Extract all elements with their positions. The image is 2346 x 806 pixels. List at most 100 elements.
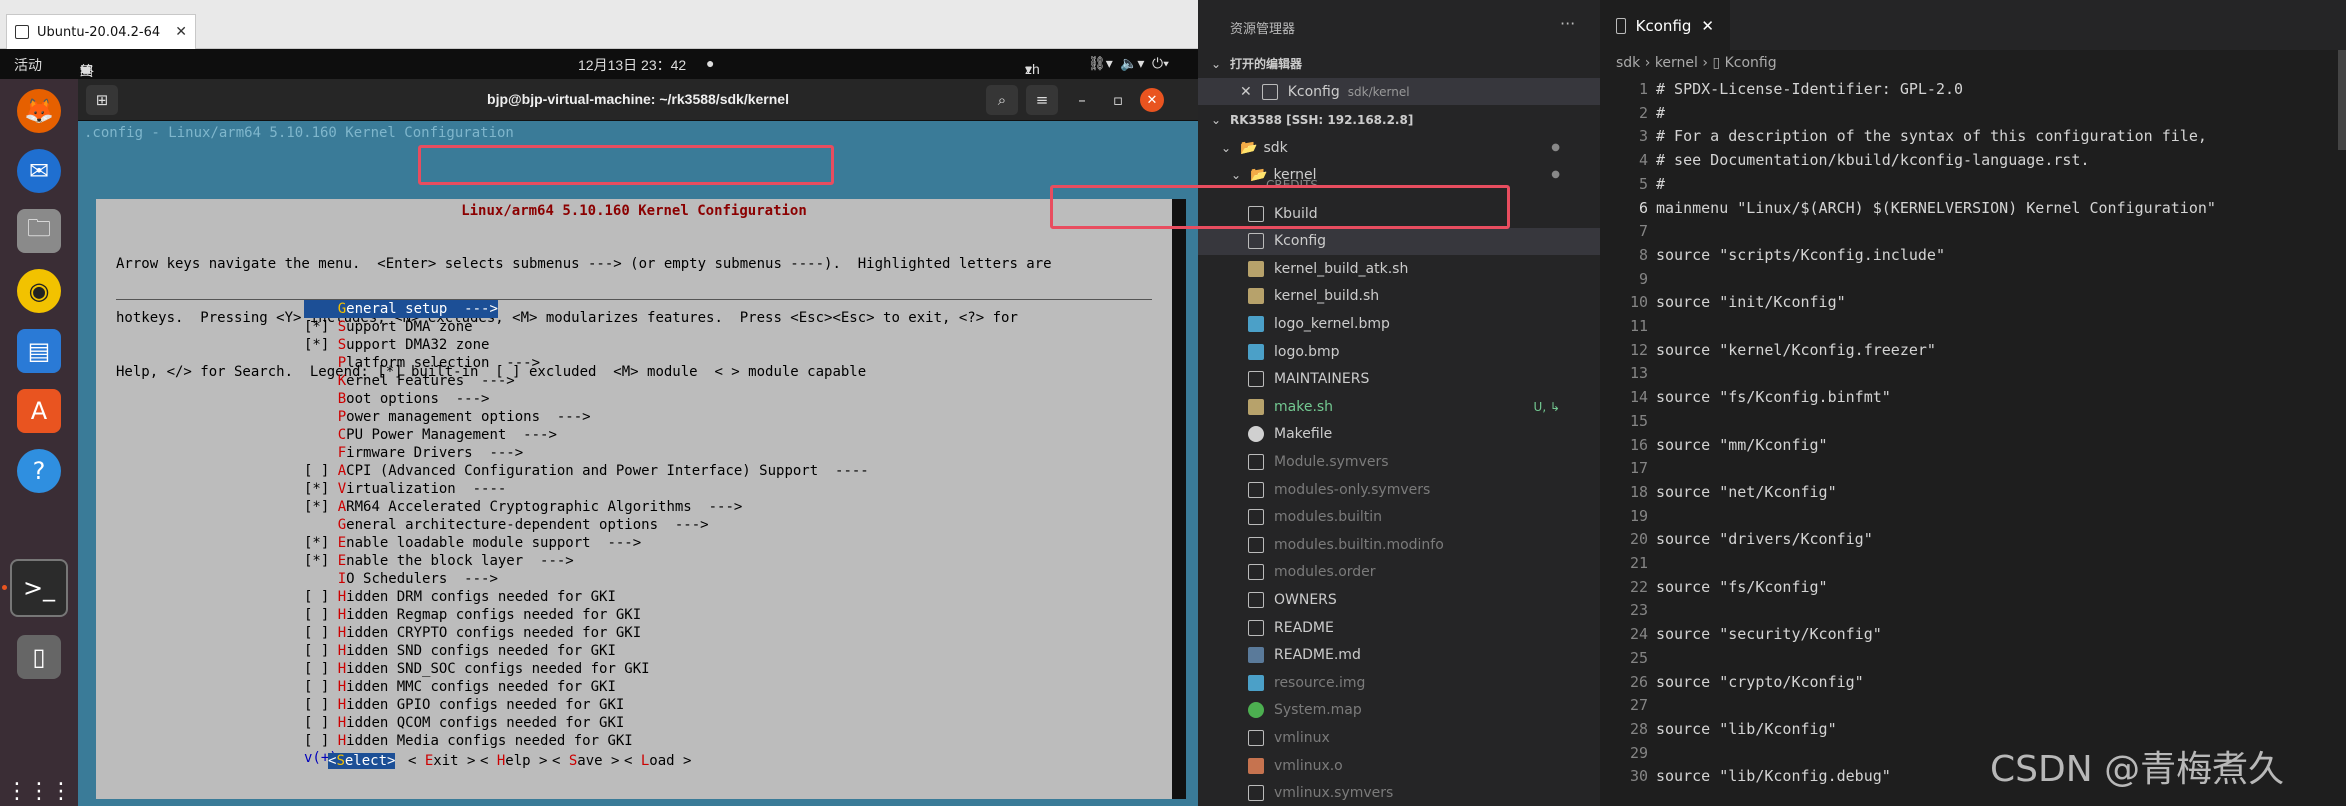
menuconfig-button[interactable]: < Load > xyxy=(624,753,691,769)
code-line[interactable]: source "fs/Kconfig" xyxy=(1656,578,1828,596)
code-line[interactable]: source "crypto/Kconfig" xyxy=(1656,673,1864,691)
firefox-icon[interactable]: 🦊 xyxy=(17,89,61,133)
menuconfig-button[interactable]: <Select> xyxy=(328,753,396,769)
menu-item[interactable]: General architecture-dependent options -… xyxy=(304,516,709,534)
menu-item[interactable]: [ ] Hidden Regmap configs needed for GKI xyxy=(304,606,641,624)
menu-item[interactable]: [ ] ACPI (Advanced Configuration and Pow… xyxy=(304,462,869,480)
file-item[interactable]: Makefile xyxy=(1198,421,1600,448)
menu-item[interactable]: [ ] Hidden MMC configs needed for GKI xyxy=(304,678,616,696)
clock[interactable]: 12月13日 23：42 xyxy=(578,55,686,75)
menu-item[interactable]: IO Schedulers ---> xyxy=(304,570,498,588)
rhythmbox-icon[interactable]: ◉ xyxy=(17,269,61,313)
menu-item[interactable]: Firmware Drivers ---> xyxy=(304,444,523,462)
code-line[interactable]: source "net/Kconfig" xyxy=(1656,483,1837,501)
power-icon[interactable]: ⏻▾ xyxy=(1152,55,1169,72)
menu-item[interactable]: [ ] Hidden Media configs needed for GKI xyxy=(304,732,633,750)
terminal-icon[interactable]: >_ xyxy=(10,559,68,617)
menuconfig-button[interactable]: < Exit > xyxy=(408,753,475,769)
folder-sdk[interactable]: ⌄ 📂 sdk ● xyxy=(1198,134,1600,161)
close-icon[interactable]: ✕ xyxy=(1140,88,1164,112)
folder-kernel[interactable]: ⌄ 📂 kernel ● xyxy=(1198,161,1600,188)
workspace-section[interactable]: ⌄ RK3588 [SSH: 192.168.2.8] xyxy=(1198,106,1600,133)
more-actions-icon[interactable]: ··· xyxy=(1560,14,1575,33)
code-line[interactable]: source "mm/Kconfig" xyxy=(1656,436,1828,454)
code-line[interactable]: # SPDX-License-Identifier: GPL-2.0 xyxy=(1656,80,1963,98)
file-item[interactable]: kernel_build.sh xyxy=(1198,283,1600,310)
open-editor-item[interactable]: ✕ Kconfig sdk/kernel xyxy=(1198,78,1600,105)
hamburger-menu-icon[interactable]: ≡ xyxy=(1026,85,1058,115)
file-item[interactable]: vmlinux.symvers xyxy=(1198,780,1600,806)
thunderbird-icon[interactable]: ✉ xyxy=(17,149,61,193)
file-item[interactable]: System.map xyxy=(1198,697,1600,724)
menuconfig-button[interactable]: < Help > xyxy=(480,753,547,769)
breadcrumb-item[interactable]: sdk xyxy=(1616,55,1640,71)
file-item[interactable]: make.sh U, ↳ xyxy=(1198,393,1600,420)
file-item[interactable]: Kconfig xyxy=(1198,227,1600,255)
menu-item[interactable]: CPU Power Management ---> xyxy=(304,426,557,444)
menu-item[interactable]: Platform selection ---> xyxy=(304,354,540,372)
file-item[interactable]: modules.builtin xyxy=(1198,504,1600,531)
file-item[interactable]: modules.builtin.modinfo xyxy=(1198,531,1600,558)
open-editors-section[interactable]: ⌄ 打开的编辑器 xyxy=(1198,50,1600,77)
code-line[interactable]: source "lib/Kconfig.debug" xyxy=(1656,767,1891,785)
file-item[interactable]: README xyxy=(1198,614,1600,641)
file-item[interactable]: Module.symvers xyxy=(1198,448,1600,475)
menu-item[interactable]: Power management options ---> xyxy=(304,408,591,426)
close-icon[interactable]: ✕ xyxy=(1240,84,1252,100)
minimize-icon[interactable]: – xyxy=(1066,85,1098,115)
scrollbar[interactable] xyxy=(2338,50,2346,150)
code-line[interactable]: mainmenu "Linux/$(ARCH) $(KERNELVERSION)… xyxy=(1656,199,2216,217)
tab-kconfig[interactable]: Kconfig ✕ xyxy=(1600,0,1730,50)
code-line[interactable]: # see Documentation/kbuild/kconfig-langu… xyxy=(1656,151,2089,169)
code-line[interactable]: # For a description of the syntax of thi… xyxy=(1656,127,2207,145)
file-item[interactable]: modules-only.symvers xyxy=(1198,476,1600,503)
maximize-icon[interactable]: ▫ xyxy=(1102,85,1134,115)
code-line[interactable]: # xyxy=(1656,104,1665,122)
file-item[interactable]: logo.bmp xyxy=(1198,338,1600,365)
menu-item[interactable]: [ ] Hidden SND configs needed for GKI xyxy=(304,642,616,660)
code-line[interactable]: source "drivers/Kconfig" xyxy=(1656,530,1873,548)
menu-item[interactable]: [ ] Hidden SND_SOC configs needed for GK… xyxy=(304,660,650,678)
close-icon[interactable]: ✕ xyxy=(175,24,187,40)
menu-item[interactable]: [ ] Hidden QCOM configs needed for GKI xyxy=(304,714,624,732)
breadcrumb-item[interactable]: Kconfig xyxy=(1725,55,1777,71)
file-item[interactable]: vmlinux.o xyxy=(1198,752,1600,779)
code-line[interactable]: source "lib/Kconfig" xyxy=(1656,720,1837,738)
vm-tab[interactable]: Ubuntu-20.04.2-64 ✕ xyxy=(6,14,196,49)
menu-item[interactable]: [*] Enable loadable module support ---> xyxy=(304,534,641,552)
menu-item[interactable]: [*] Support DMA32 zone xyxy=(304,336,489,354)
file-item[interactable]: modules.order xyxy=(1198,559,1600,586)
help-icon[interactable]: ? xyxy=(17,449,61,493)
network-icon[interactable]: ⛓▾ xyxy=(1088,55,1113,72)
menu-item[interactable]: Boot options ---> xyxy=(304,390,490,408)
software-center-icon[interactable]: A xyxy=(17,389,61,433)
writer-icon[interactable]: ▤ xyxy=(17,329,61,373)
menu-item[interactable]: [*] ARM64 Accelerated Cryptographic Algo… xyxy=(304,498,742,516)
activities-button[interactable]: 活动 xyxy=(14,55,42,75)
close-icon[interactable]: ✕ xyxy=(1701,17,1714,35)
code-line[interactable]: source "init/Kconfig" xyxy=(1656,293,1846,311)
code-line[interactable]: # xyxy=(1656,175,1665,193)
menu-item[interactable]: [ ] Hidden GPIO configs needed for GKI xyxy=(304,696,624,714)
menu-item[interactable]: [ ] Hidden CRYPTO configs needed for GKI xyxy=(304,624,641,642)
menu-item[interactable]: Kernel Features ---> xyxy=(304,372,515,390)
code-line[interactable]: source "scripts/Kconfig.include" xyxy=(1656,246,1945,264)
file-item[interactable]: MAINTAINERS xyxy=(1198,366,1600,393)
device-icon[interactable]: ▯ xyxy=(17,635,61,679)
app-grid-icon[interactable]: ⋮⋮⋮ xyxy=(6,769,72,806)
file-item[interactable]: README.md xyxy=(1198,642,1600,669)
menuconfig-button[interactable]: < Save > xyxy=(552,753,619,769)
file-item[interactable]: OWNERS xyxy=(1198,586,1600,613)
code-line[interactable]: source "fs/Kconfig.binfmt" xyxy=(1656,388,1891,406)
file-item[interactable]: logo_kernel.bmp xyxy=(1198,310,1600,337)
breadcrumb-item[interactable]: kernel xyxy=(1655,55,1698,71)
files-icon[interactable]: 🗀 xyxy=(17,209,61,253)
file-item[interactable]: resource.img xyxy=(1198,669,1600,696)
menu-item[interactable]: General setup ---> xyxy=(304,300,498,318)
menu-item[interactable]: [ ] Hidden DRM configs needed for GKI xyxy=(304,588,616,606)
volume-icon[interactable]: 🔈▾ xyxy=(1120,55,1144,72)
menu-item[interactable]: [*] Virtualization ---- xyxy=(304,480,506,498)
file-item[interactable]: kernel_build_atk.sh xyxy=(1198,255,1600,282)
search-icon[interactable]: ⌕ xyxy=(986,85,1018,115)
menu-item[interactable]: [*] Support DMA zone xyxy=(304,318,473,336)
